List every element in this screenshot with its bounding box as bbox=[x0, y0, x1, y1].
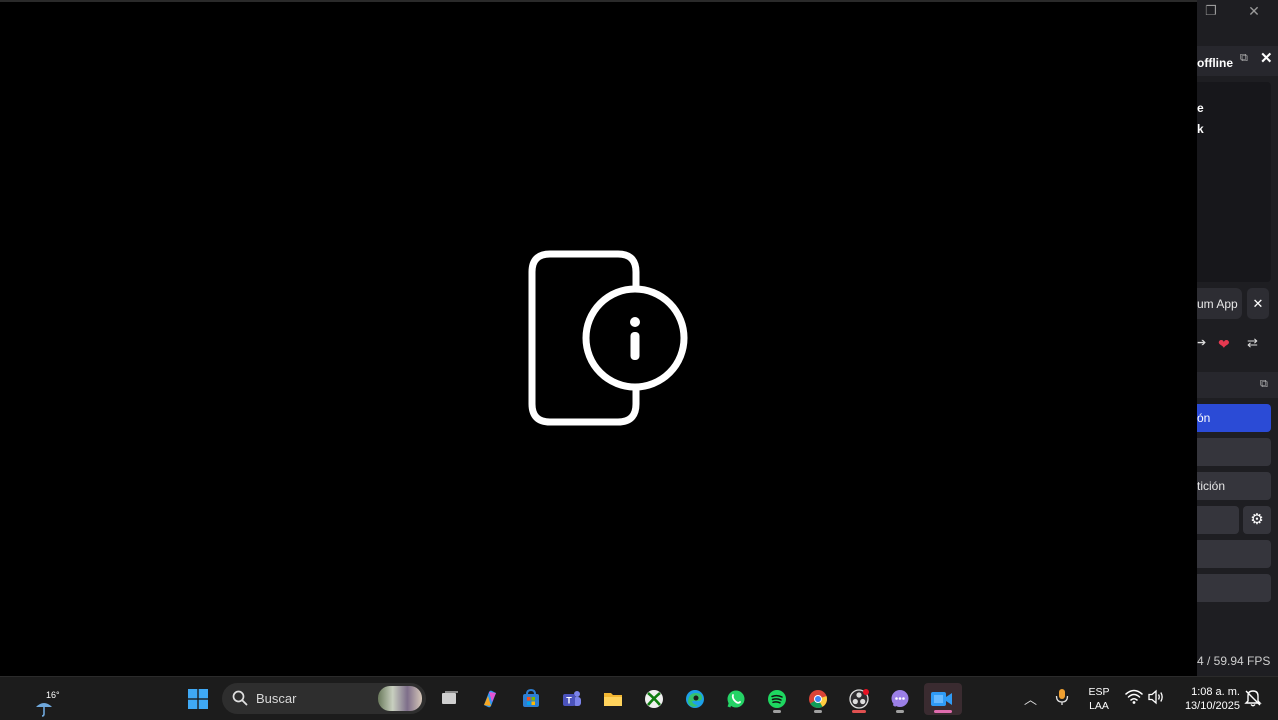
controls-float-icon[interactable]: ⧉ bbox=[1260, 378, 1268, 391]
rain-umbrella-icon bbox=[36, 703, 52, 717]
keyboard-layout: LAA bbox=[1089, 700, 1109, 712]
settings-button[interactable] bbox=[1197, 574, 1271, 602]
notification-bell-icon[interactable] bbox=[1244, 688, 1262, 708]
weather-widget[interactable]: 16° bbox=[16, 682, 60, 717]
store-icon[interactable] bbox=[515, 683, 547, 715]
desktop: ❐ ✕ offline ⧉ ✕ e k um App ✕ ➔ ❤ ⇄ ⧉ ón … bbox=[0, 0, 1278, 720]
search-input[interactable]: Buscar bbox=[222, 683, 426, 714]
volume-icon[interactable] bbox=[1147, 689, 1165, 705]
search-highlight-image bbox=[378, 686, 422, 711]
app-tab[interactable]: um App bbox=[1197, 288, 1242, 319]
running-indicator bbox=[814, 710, 822, 713]
fps-status: 4 / 59.94 FPS bbox=[1197, 654, 1271, 668]
studio-mode-button[interactable] bbox=[1197, 540, 1271, 568]
restore-window-button[interactable]: ❐ bbox=[1202, 2, 1220, 20]
microphone-icon[interactable] bbox=[1054, 687, 1070, 707]
phone-link-window bbox=[0, 0, 1197, 676]
gear-icon[interactable]: ⚙ bbox=[1243, 506, 1271, 534]
wifi-icon[interactable] bbox=[1125, 689, 1143, 705]
phone-info-icon bbox=[528, 250, 688, 426]
dock-text-line: e bbox=[1197, 101, 1204, 115]
dock-header: offline ⧉ ✕ bbox=[1197, 46, 1278, 76]
share-icon[interactable]: ⇄ bbox=[1247, 335, 1258, 351]
xbox-icon[interactable] bbox=[638, 683, 670, 715]
chat-icon[interactable] bbox=[884, 683, 916, 715]
language-indicator[interactable]: ESP LAA bbox=[1086, 685, 1112, 713]
dock-close-icon[interactable]: ✕ bbox=[1260, 49, 1273, 67]
start-streaming-button[interactable]: ón bbox=[1197, 404, 1271, 432]
task-view-icon[interactable] bbox=[434, 683, 466, 715]
chevron-up-icon[interactable]: ︿ bbox=[1024, 689, 1037, 708]
start-recording-button[interactable] bbox=[1197, 438, 1271, 466]
dock-text-line: k bbox=[1197, 122, 1204, 136]
close-window-button[interactable]: ✕ bbox=[1245, 2, 1263, 20]
dock-title: offline bbox=[1197, 56, 1233, 70]
chrome-icon[interactable] bbox=[802, 683, 834, 715]
search-placeholder: Buscar bbox=[256, 691, 297, 706]
spotify-icon[interactable] bbox=[761, 683, 793, 715]
svg-text:T: T bbox=[566, 696, 572, 706]
window-top-border bbox=[0, 0, 1197, 2]
whatsapp-icon[interactable] bbox=[720, 683, 752, 715]
clock-time: 1:08 a. m. bbox=[1191, 686, 1240, 698]
dock-float-icon[interactable]: ⧉ bbox=[1240, 52, 1248, 65]
app-tab-close-button[interactable]: ✕ bbox=[1247, 288, 1269, 319]
virtual-camera-button[interactable] bbox=[1197, 506, 1239, 534]
windows-start-icon[interactable] bbox=[182, 683, 214, 715]
edge-icon[interactable] bbox=[679, 683, 711, 715]
heart-icon[interactable]: ❤ bbox=[1218, 336, 1230, 353]
taskbar: 16° Buscar T ︿ ESP LAA 1:08 a. m. 13/10/… bbox=[0, 676, 1278, 720]
system-clock[interactable]: 1:08 a. m. 13/10/2025 bbox=[1176, 685, 1240, 713]
streaming-app-window: ❐ ✕ offline ⧉ ✕ e k um App ✕ ➔ ❤ ⇄ ⧉ ón … bbox=[1197, 0, 1278, 676]
controls-dock-header: ⧉ bbox=[1197, 372, 1278, 398]
running-indicator bbox=[773, 710, 781, 713]
clock-date: 13/10/2025 bbox=[1184, 700, 1240, 712]
active-indicator bbox=[934, 710, 952, 713]
screen-recorder-icon[interactable] bbox=[924, 683, 962, 715]
search-icon bbox=[232, 690, 248, 706]
obs-icon[interactable] bbox=[843, 683, 875, 715]
dock-content: e k bbox=[1197, 82, 1271, 282]
running-indicator bbox=[896, 710, 904, 713]
replay-buffer-button[interactable]: tición bbox=[1197, 472, 1271, 500]
dock-toolbar: ➔ ❤ ⇄ bbox=[1197, 330, 1278, 358]
teams-icon[interactable]: T bbox=[556, 683, 588, 715]
copilot-icon[interactable] bbox=[474, 683, 506, 715]
app-tab-label: um App bbox=[1197, 297, 1238, 311]
app-titlebar: ❐ ✕ bbox=[1197, 0, 1278, 44]
arrow-icon[interactable]: ➔ bbox=[1197, 336, 1206, 349]
active-indicator bbox=[852, 710, 866, 713]
file-explorer-icon[interactable] bbox=[597, 683, 629, 715]
language-code: ESP bbox=[1088, 686, 1110, 698]
